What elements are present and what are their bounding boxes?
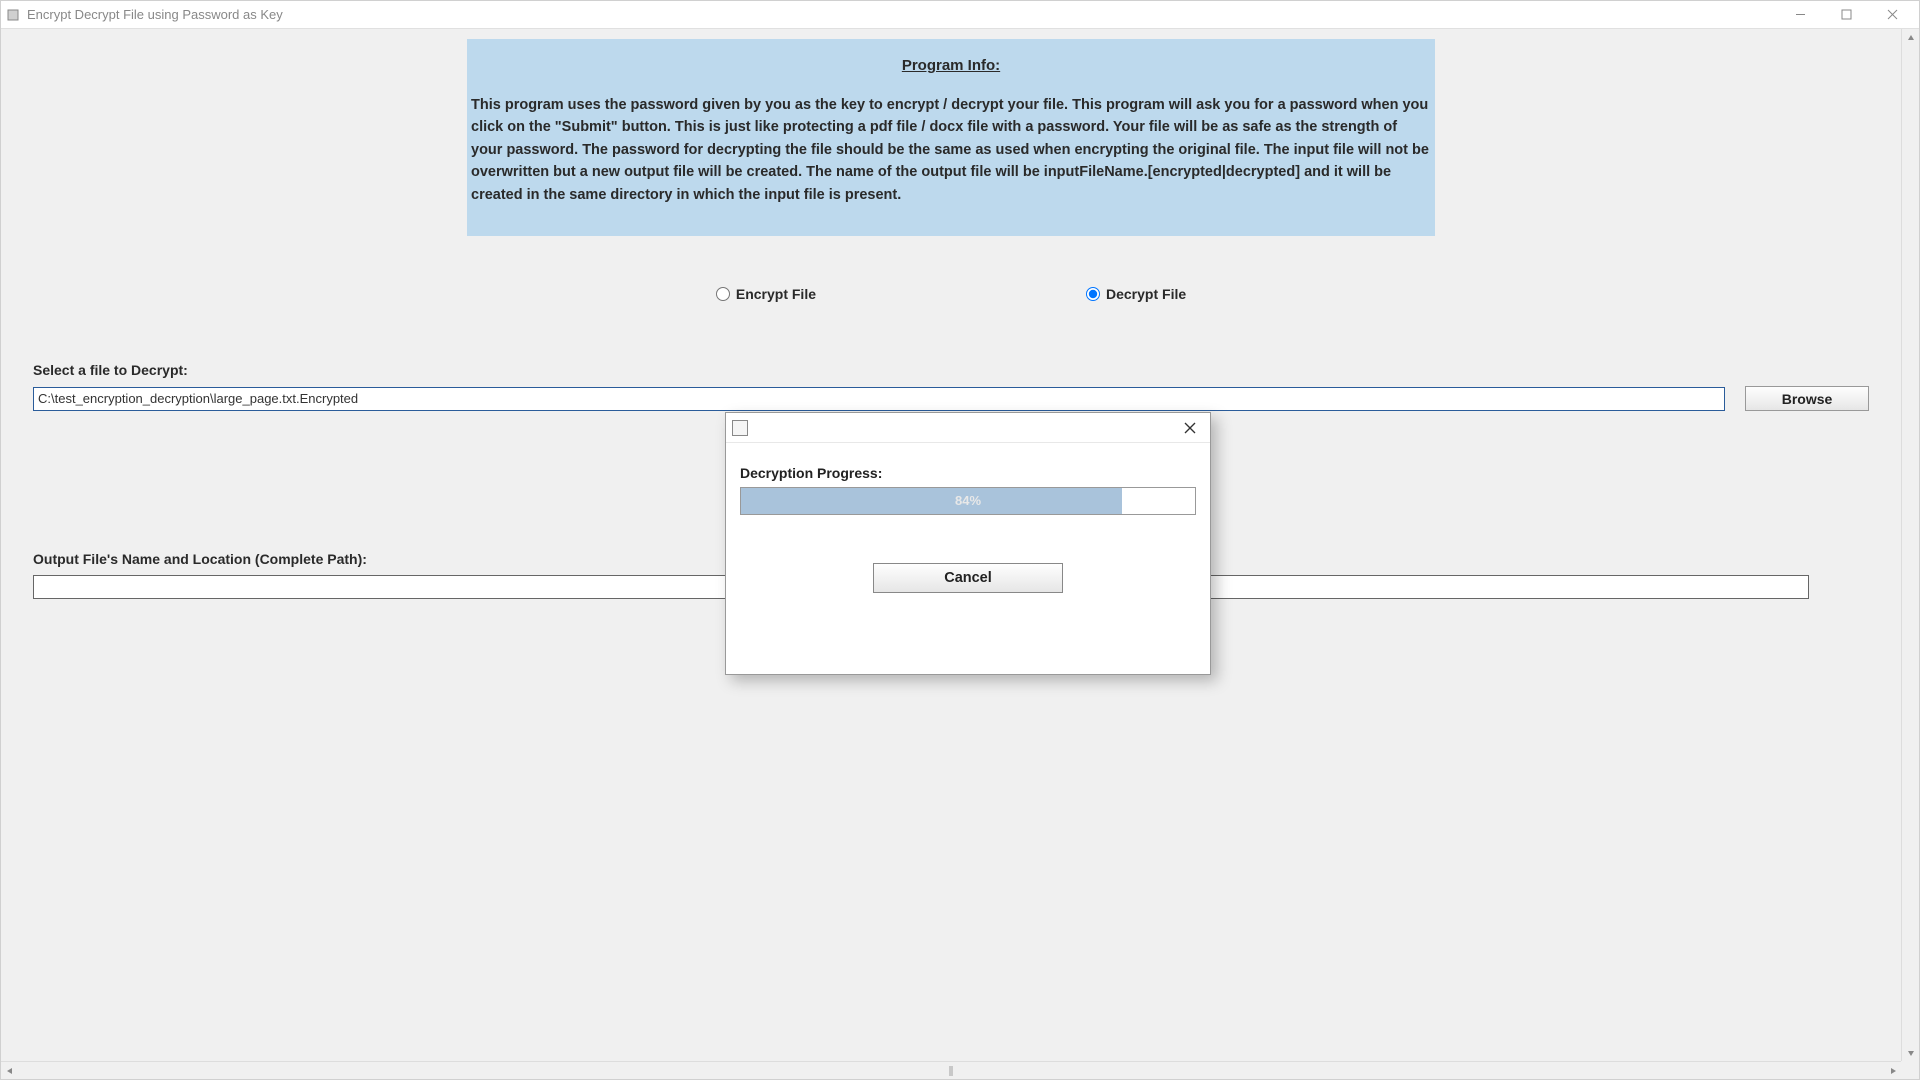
- decrypt-radio-label: Decrypt File: [1106, 286, 1186, 302]
- encrypt-radio-input[interactable]: [716, 287, 730, 301]
- file-select-section: Select a file to Decrypt: Browse: [1, 362, 1901, 411]
- mode-radio-group: Encrypt File Decrypt File: [1, 286, 1901, 302]
- info-body: This program uses the password given by …: [469, 94, 1433, 206]
- decrypt-radio-input[interactable]: [1086, 287, 1100, 301]
- java-icon: [732, 420, 748, 436]
- dialog-body: Decryption Progress: 84% Cancel: [726, 443, 1210, 593]
- window-title: Encrypt Decrypt File using Password as K…: [27, 7, 1777, 22]
- browse-button[interactable]: Browse: [1745, 386, 1869, 411]
- dialog-footer: Cancel: [740, 563, 1196, 593]
- dialog-titlebar: [726, 413, 1210, 443]
- minimize-button[interactable]: [1777, 2, 1823, 28]
- horizontal-scrollbar[interactable]: [1, 1061, 1901, 1079]
- encrypt-radio-label: Encrypt File: [736, 286, 816, 302]
- scroll-corner: [1901, 1061, 1919, 1079]
- scroll-right-button[interactable]: [1884, 1062, 1901, 1079]
- dialog-close-button[interactable]: [1176, 414, 1204, 442]
- maximize-button[interactable]: [1823, 2, 1869, 28]
- cancel-button[interactable]: Cancel: [873, 563, 1063, 593]
- hscroll-thumb[interactable]: [949, 1066, 953, 1076]
- window-controls: [1777, 2, 1915, 28]
- decrypt-radio[interactable]: Decrypt File: [1086, 286, 1186, 302]
- program-info-panel: Program Info: This program uses the pass…: [467, 39, 1435, 236]
- file-select-label: Select a file to Decrypt:: [33, 362, 1869, 378]
- window-titlebar: Encrypt Decrypt File using Password as K…: [1, 1, 1919, 29]
- vertical-scrollbar[interactable]: [1901, 29, 1919, 1061]
- file-path-input[interactable]: [33, 387, 1725, 411]
- close-button[interactable]: [1869, 2, 1915, 28]
- encrypt-radio[interactable]: Encrypt File: [716, 286, 816, 302]
- progress-dialog: Decryption Progress: 84% Cancel: [725, 412, 1211, 675]
- progress-bar: 84%: [740, 487, 1196, 515]
- java-icon: [5, 7, 21, 23]
- progress-text: 84%: [741, 493, 1195, 508]
- info-heading: Program Info:: [469, 57, 1433, 74]
- file-select-row: Browse: [33, 386, 1869, 411]
- scroll-down-button[interactable]: [1902, 1044, 1919, 1061]
- scroll-left-button[interactable]: [1, 1062, 18, 1079]
- progress-label: Decryption Progress:: [740, 465, 1196, 481]
- scroll-up-button[interactable]: [1902, 29, 1919, 46]
